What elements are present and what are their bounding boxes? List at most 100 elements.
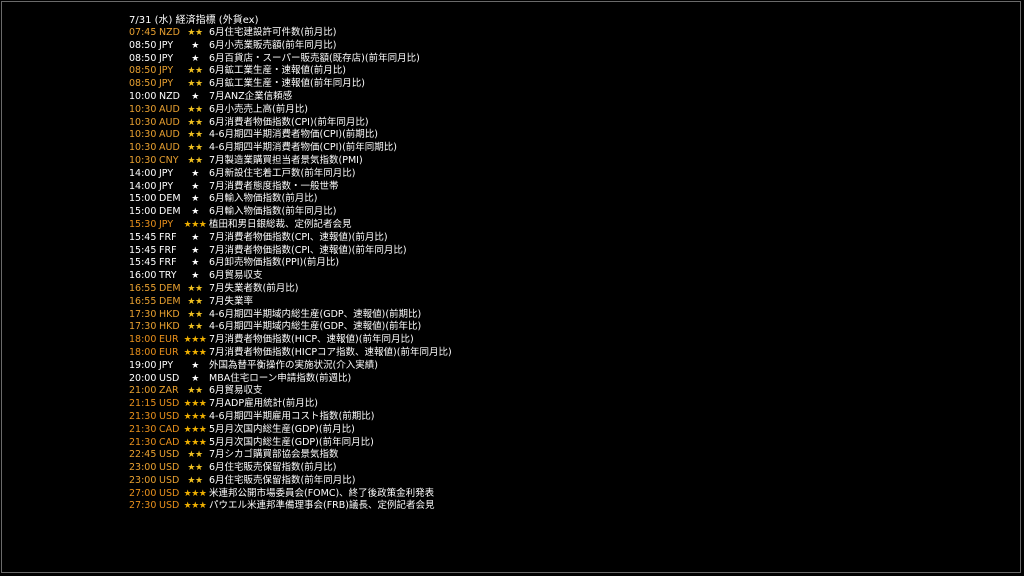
event-currency: TRY (159, 270, 177, 282)
importance-stars: ★★ (187, 322, 203, 333)
importance-stars: ★★ (187, 117, 203, 128)
event-row: 23:00 USD ★★ 6月住宅販売保留指数(前月比) (129, 462, 452, 475)
event-name: 6月百貨店・スーパー販売額(既存店)(前年同月比) (209, 52, 420, 64)
event-name: 6月輸入物価指数(前月比) (209, 193, 318, 205)
event-name: 7月失業者数(前月比) (209, 282, 299, 294)
event-row: 23:00 USD ★★ 6月住宅販売保留指数(前年同月比) (129, 475, 452, 488)
importance-stars: ★ (191, 181, 199, 192)
event-row: 20:00 USD ★ MBA住宅ローン申請指数(前週比) (129, 373, 452, 386)
event-currency: JPY (159, 39, 174, 51)
event-time: 16:00 (129, 270, 157, 282)
event-row: 14:00 JPY ★ 6月新設住宅着工戸数(前年同月比) (129, 168, 452, 181)
event-row: 15:45 FRF ★ 7月消費者物価指数(CPI、速報値)(前月比) (129, 232, 452, 245)
importance-stars: ★ (191, 271, 199, 282)
importance-stars: ★ (191, 168, 199, 179)
event-time: 14:00 (129, 180, 157, 192)
event-currency: AUD (159, 142, 180, 154)
event-row: 17:30 HKD ★★ 4-6月期四半期域内総生産(GDP、速報値)(前年比) (129, 321, 452, 334)
event-time: 18:00 (129, 346, 157, 358)
event-time: 15:45 (129, 244, 157, 256)
importance-stars: ★ (191, 373, 199, 384)
event-time: 27:00 (129, 487, 157, 499)
event-name: 6月輸入物価指数(前年同月比) (209, 206, 337, 218)
event-time: 15:45 (129, 231, 157, 243)
importance-stars: ★ (191, 245, 199, 256)
event-row: 10:30 AUD ★★ 4-6月期四半期消費者物価(CPI)(前年同期比) (129, 142, 452, 155)
event-row: 22:45 USD ★★ 7月シカゴ購買部協会景気指数 (129, 449, 452, 462)
event-name: 7月製造業購買担当者景気指数(PMI) (209, 154, 363, 166)
event-currency: JPY (159, 65, 174, 77)
event-row: 15:00 DEM ★ 6月輸入物価指数(前月比) (129, 193, 452, 206)
event-row: 10:00 NZD ★ 7月ANZ企業信頼感 (129, 91, 452, 104)
event-row: 10:30 CNY ★★ 7月製造業購買担当者景気指数(PMI) (129, 155, 452, 168)
event-currency: AUD (159, 116, 180, 128)
event-row: 19:00 JPY ★ 外国為替平衡操作の実施状況(介入実績) (129, 360, 452, 373)
event-row: 17:30 HKD ★★ 4-6月期四半期域内総生産(GDP、速報値)(前期比) (129, 309, 452, 322)
importance-stars: ★★ (187, 475, 203, 486)
event-name: 7月ANZ企業信頼感 (209, 90, 293, 102)
event-name: 6月消費者物価指数(CPI)(前年同月比) (209, 116, 369, 128)
event-currency: FRF (159, 257, 177, 269)
event-time: 07:45 (129, 27, 157, 38)
importance-stars: ★★★ (183, 219, 207, 230)
event-currency: AUD (159, 103, 180, 115)
event-currency: USD (159, 500, 180, 512)
event-row: 16:55 DEM ★★ 7月失業者数(前月比) (129, 283, 452, 296)
event-currency: HKD (159, 321, 180, 333)
importance-stars: ★★ (187, 28, 203, 38)
importance-stars: ★ (191, 91, 199, 102)
event-name: 5月月次国内総生産(GDP)(前月比) (209, 423, 355, 435)
event-time: 27:30 (129, 500, 157, 512)
event-name: 6月鉱工業生産・速報値(前年同月比) (209, 78, 365, 90)
event-row: 08:50 JPY ★★ 6月鉱工業生産・速報値(前年同月比) (129, 78, 452, 91)
importance-stars: ★★ (187, 104, 203, 115)
importance-stars: ★★ (187, 283, 203, 294)
importance-stars: ★★ (187, 386, 203, 397)
event-currency: DEM (159, 206, 181, 218)
event-currency: USD (159, 372, 180, 384)
importance-stars: ★★ (187, 309, 203, 320)
event-list: 07:45 NZD ★★ 6月住宅建設許可件数(前月比) 08:50 JPY ★ 6月小売業販… (129, 27, 452, 513)
importance-stars: ★★★ (183, 488, 207, 499)
event-currency: JPY (159, 359, 174, 371)
event-time: 08:50 (129, 65, 157, 77)
event-row: 15:00 DEM ★ 6月輸入物価指数(前年同月比) (129, 206, 452, 219)
event-time: 19:00 (129, 359, 157, 371)
importance-stars: ★★ (187, 155, 203, 166)
event-name: 6月新設住宅着工戸数(前年同月比) (209, 167, 356, 179)
economic-calendar: 7/31 (水) 経済指標 (外貨ex) 07:45 NZD ★★ 6月住宅建設許可件… (129, 14, 452, 513)
event-time: 17:30 (129, 308, 157, 320)
event-time: 10:30 (129, 116, 157, 128)
event-row: 18:00 EUR ★★★ 7月消費者物価指数(HICP、速報値)(前年同月比) (129, 334, 452, 347)
event-time: 20:00 (129, 372, 157, 384)
calendar-title: 7/31 (水) 経済指標 (外貨ex) (129, 15, 259, 26)
event-time: 21:30 (129, 436, 157, 448)
event-row: 21:30 CAD ★★★ 5月月次国内総生産(GDP)(前月比) (129, 424, 452, 437)
event-time: 15:45 (129, 257, 157, 269)
event-name: 6月卸売物価指数(PPI)(前月比) (209, 257, 340, 269)
event-name: 5月月次国内総生産(GDP)(前年同月比) (209, 436, 374, 448)
importance-stars: ★★ (187, 296, 203, 307)
event-name: 6月貿易収支 (209, 270, 263, 282)
event-time: 08:50 (129, 78, 157, 90)
event-row: 27:30 USD ★★★ パウエル米連邦準備理事会(FRB)議長、定例記者会見 (129, 500, 452, 513)
event-currency: HKD (159, 308, 180, 320)
event-time: 10:30 (129, 129, 157, 141)
event-currency: EUR (159, 334, 179, 346)
event-name: 6月小売売上高(前月比) (209, 103, 308, 115)
importance-stars: ★★ (187, 79, 203, 90)
event-currency: USD (159, 474, 180, 486)
event-name: 6月住宅建設許可件数(前月比) (209, 27, 337, 38)
event-name: 植田和男日銀総裁、定例記者会見 (209, 218, 352, 230)
event-currency: USD (159, 462, 180, 474)
event-name: 4-6月期四半期域内総生産(GDP、速報値)(前期比) (209, 308, 422, 320)
importance-stars: ★★★ (183, 347, 207, 358)
importance-stars: ★ (191, 194, 199, 205)
event-name: 7月消費者態度指数・一般世帯 (209, 180, 339, 192)
event-row: 21:30 USD ★★★ 4-6月期四半期雇用コスト指数(前期比) (129, 411, 452, 424)
event-time: 15:30 (129, 218, 157, 230)
event-time: 16:55 (129, 282, 157, 294)
event-currency: CAD (159, 423, 180, 435)
importance-stars: ★★ (187, 66, 203, 77)
event-time: 17:30 (129, 321, 157, 333)
